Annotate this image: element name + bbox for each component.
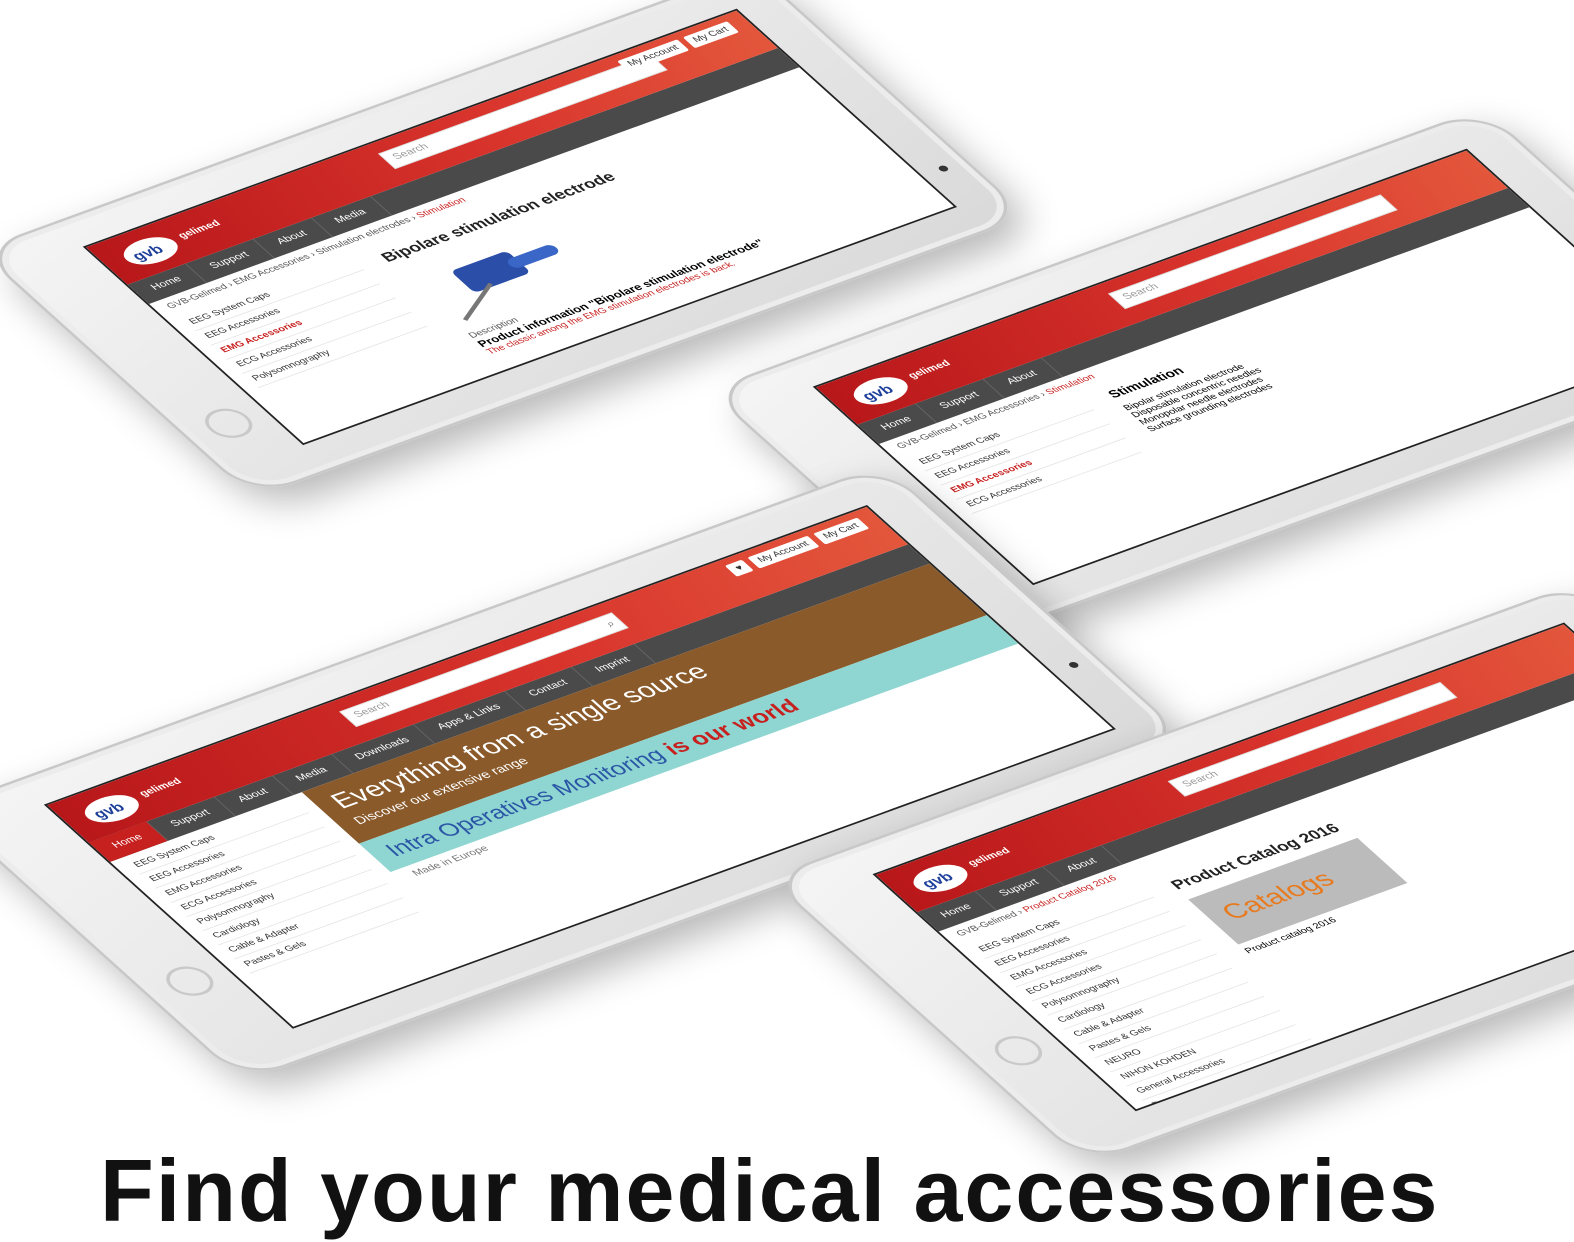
logo-subtitle: gelimed (175, 218, 224, 241)
cart-button[interactable]: My Cart (813, 517, 870, 545)
home-button (156, 961, 223, 1001)
camera (1067, 660, 1081, 669)
logo-subtitle: gelimed (965, 846, 1013, 869)
account-button[interactable]: My Account (747, 535, 820, 569)
search-icon[interactable]: ⌕ (602, 618, 619, 630)
heart-icon[interactable]: ♥ (725, 559, 755, 577)
logo-subtitle: gelimed (136, 776, 185, 799)
cart-button[interactable]: My Cart (682, 21, 740, 49)
page-caption: Find your medical accessories (100, 1141, 1440, 1240)
search-placeholder: Search (351, 699, 393, 720)
home-button (985, 1031, 1052, 1071)
camera (936, 164, 951, 173)
logo-subtitle: gelimed (905, 358, 954, 381)
home-button (195, 403, 262, 444)
